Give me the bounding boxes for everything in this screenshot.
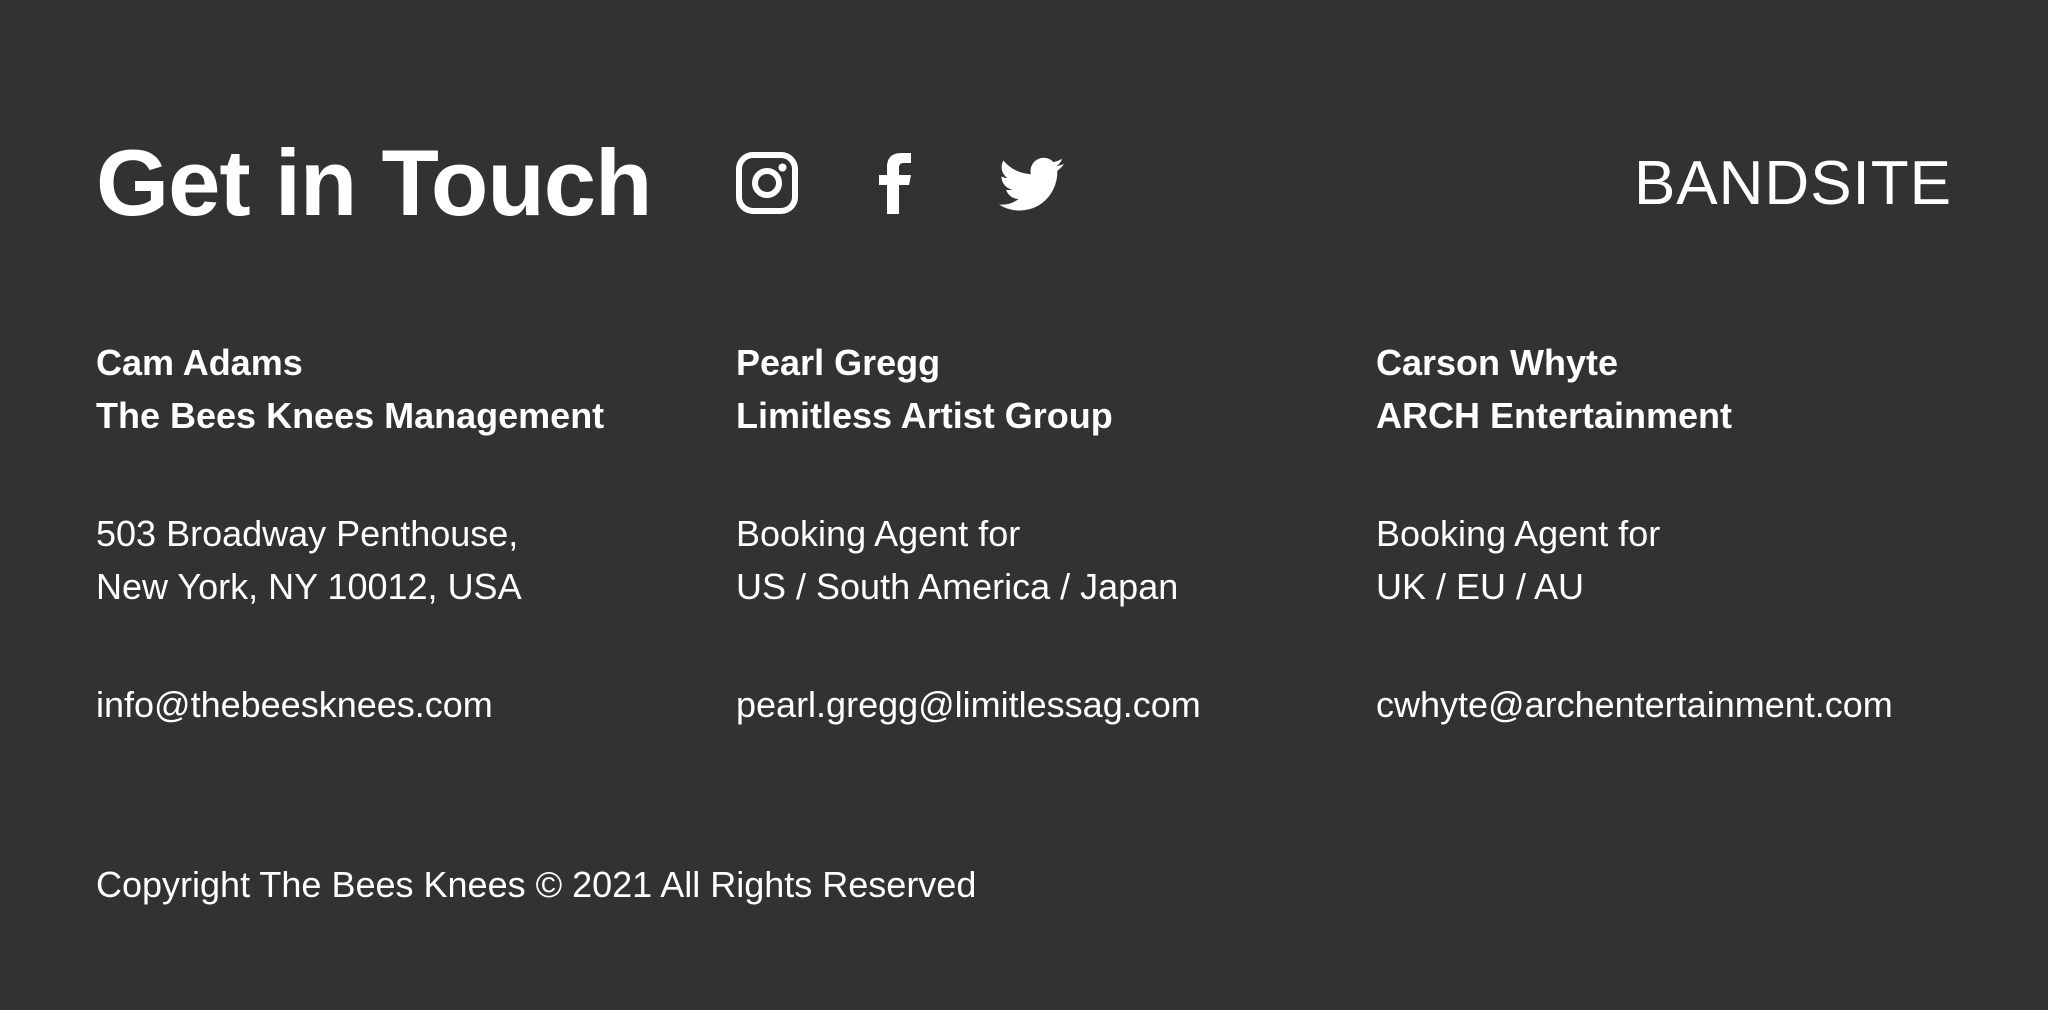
instagram-icon: [736, 152, 798, 214]
contact-email-link[interactable]: info@thebeesknees.com: [96, 678, 716, 731]
contact-company: The Bees Knees Management: [96, 395, 605, 436]
contact-card: Pearl Gregg Limitless Artist Group Booki…: [736, 336, 1356, 731]
bandsite-logo[interactable]: BANDSITE: [1634, 148, 1952, 220]
contact-card: Cam Adams The Bees Knees Management 503 …: [96, 336, 716, 731]
contact-company: Limitless Artist Group: [736, 395, 1113, 436]
contact-booking-info: Booking Agent for US / South America / J…: [736, 507, 1356, 613]
contact-booking-info: Booking Agent for UK / EU / AU: [1376, 507, 1996, 613]
site-footer: Get in Touch BANDSITE Cam Adams The Bees…: [0, 0, 2048, 1010]
instagram-link[interactable]: [736, 150, 798, 216]
contact-email-link[interactable]: pearl.gregg@limitlessag.com: [736, 678, 1356, 731]
contact-detail-line: 503 Broadway Penthouse,: [96, 513, 519, 554]
contact-detail-line: US / South America / Japan: [736, 566, 1179, 607]
contact-name: Carson Whyte: [1376, 342, 1619, 383]
twitter-link[interactable]: [998, 150, 1066, 216]
contact-detail-line: UK / EU / AU: [1376, 566, 1585, 607]
footer-heading: Get in Touch: [96, 130, 652, 235]
copyright-text: Copyright The Bees Knees © 2021 All Righ…: [96, 864, 977, 905]
contact-name: Cam Adams: [96, 342, 303, 383]
contact-address: 503 Broadway Penthouse, New York, NY 100…: [96, 507, 716, 613]
contact-detail-line: Booking Agent for: [1376, 513, 1661, 554]
contact-detail-line: New York, NY 10012, USA: [96, 566, 522, 607]
contact-detail-line: Booking Agent for: [736, 513, 1021, 554]
contact-name: Pearl Gregg: [736, 342, 941, 383]
contact-company: ARCH Entertainment: [1376, 395, 1733, 436]
contact-email-link[interactable]: cwhyte@archentertainment.com: [1376, 678, 1996, 731]
contact-card: Carson Whyte ARCH Entertainment Booking …: [1376, 336, 1996, 731]
twitter-icon: [999, 157, 1064, 211]
facebook-link[interactable]: [878, 150, 912, 216]
facebook-icon: [879, 153, 911, 214]
